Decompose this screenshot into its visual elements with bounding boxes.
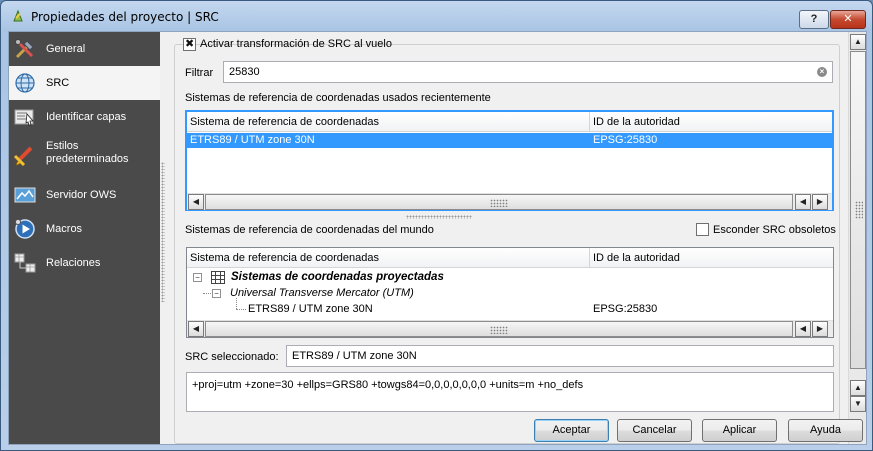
scroll-up-button[interactable]: ▲: [850, 34, 866, 50]
ok-button[interactable]: Aceptar: [534, 419, 609, 442]
tree-group-row[interactable]: − Sistemas de coordenadas proyectadas: [187, 270, 833, 285]
sidebar-item-label-line2: predeterminados: [46, 153, 129, 165]
sidebar-item-relations[interactable]: Relaciones: [9, 246, 160, 280]
proj4-text: +proj=utm +zone=30 +ellps=GRS80 +towgs84…: [186, 372, 834, 412]
relations-icon: [14, 253, 36, 273]
tree-leaf-row[interactable]: ETRS89 / UTM zone 30N EPSG:25830: [187, 298, 833, 317]
world-horizontal-scrollbar[interactable]: ◀ ◀ ▶: [187, 320, 833, 337]
scroll-left-button-2[interactable]: ◀: [795, 321, 811, 337]
scroll-thumb[interactable]: [205, 321, 793, 337]
sidebar-item-label: Servidor OWS: [46, 189, 117, 201]
paint-brush-icon: [13, 146, 33, 167]
sidebar-item-ows-server[interactable]: Servidor OWS: [9, 178, 160, 212]
dialog-client-area: General SRC Identificar capas Estilos pr…: [8, 31, 867, 445]
filter-label: Filtrar: [185, 67, 214, 79]
apply-button[interactable]: Aplicar: [702, 419, 777, 442]
sidebar-item-label: General: [46, 43, 86, 55]
table-splitter-grip[interactable]: [406, 215, 472, 219]
tree-leaf-authid: EPSG:25830: [593, 303, 658, 315]
tree-leaf-name: ETRS89 / UTM zone 30N: [248, 303, 373, 315]
scroll-thumb[interactable]: [205, 194, 793, 210]
scroll-right-button[interactable]: ▶: [812, 194, 828, 210]
splitter-grip: [161, 162, 165, 302]
tree-connector: [236, 298, 237, 309]
projected-crs-icon: [211, 271, 225, 284]
tree-connector: [203, 293, 211, 294]
tools-icon: [15, 39, 34, 59]
scroll-up-button-2[interactable]: ▲: [850, 380, 866, 396]
enable-transform-row[interactable]: Activar transformación de SRC al vuelo: [183, 36, 392, 52]
scroll-left-button[interactable]: ◀: [188, 194, 204, 210]
hide-deprecated-checkbox[interactable]: [696, 223, 709, 236]
row-crs-name: ETRS89 / UTM zone 30N: [190, 134, 315, 146]
sidebar-item-identify-layers[interactable]: Identificar capas: [9, 100, 160, 134]
qgis-icon: [13, 9, 23, 22]
project-properties-dialog: Propiedades del proyecto | SRC ? ✕ Gener…: [0, 0, 873, 451]
recent-horizontal-scrollbar[interactable]: ◀ ◀ ▶: [187, 193, 832, 210]
recent-crs-table[interactable]: Sistema de referencia de coordenadas ID …: [185, 110, 834, 211]
tree-group-label: Sistemas de coordenadas proyectadas: [231, 271, 444, 283]
sidebar: General SRC Identificar capas Estilos pr…: [9, 32, 160, 444]
collapse-icon[interactable]: −: [193, 273, 202, 282]
tree-subgroup-label: Universal Transverse Mercator (UTM): [230, 287, 414, 299]
identify-icon: [14, 109, 34, 126]
hide-deprecated-label: Esconder SRC obsoletos: [713, 224, 836, 236]
world-tree-header: Sistema de referencia de coordenadas ID …: [187, 248, 833, 268]
filter-input[interactable]: 25830: [223, 61, 833, 83]
row-authid: EPSG:25830: [593, 134, 658, 146]
sidebar-item-label: Relaciones: [46, 257, 101, 269]
cancel-button[interactable]: Cancelar: [617, 419, 692, 442]
title-close-button[interactable]: ✕: [830, 10, 866, 29]
filter-value: 25830: [229, 66, 260, 78]
sidebar-item-label-line1: Estilos: [46, 140, 79, 152]
crs-page: Activar transformación de SRC al vuelo F…: [166, 32, 848, 444]
thumb-grip: [490, 199, 508, 207]
column-header-crs[interactable]: Sistema de referencia de coordenadas: [187, 248, 590, 268]
sidebar-item-src[interactable]: SRC: [9, 66, 160, 100]
selected-crs-value: ETRS89 / UTM zone 30N: [292, 350, 417, 362]
title-help-button[interactable]: ?: [799, 10, 829, 29]
scroll-left-button[interactable]: ◀: [188, 321, 204, 337]
help-button[interactable]: Ayuda: [788, 419, 863, 442]
tree-subgroup-row[interactable]: − Universal Transverse Mercator (UTM): [187, 286, 833, 301]
proj4-value: +proj=utm +zone=30 +ellps=GRS80 +towgs84…: [192, 379, 584, 391]
tree-connector: [236, 309, 246, 310]
world-crs-tree[interactable]: Sistema de referencia de coordenadas ID …: [186, 247, 834, 338]
enable-transform-checkbox[interactable]: [183, 37, 196, 51]
selected-crs-label: SRC seleccionado:: [185, 351, 279, 363]
thumb-grip: [490, 326, 508, 334]
recent-crs-label: Sistemas de referencia de coordenadas us…: [185, 92, 491, 104]
sidebar-item-label: SRC: [46, 77, 70, 89]
scroll-thumb[interactable]: [850, 51, 866, 369]
column-header-authid[interactable]: ID de la autoridad: [590, 112, 832, 132]
ows-icon: [14, 187, 36, 203]
sidebar-item-label: Identificar capas: [46, 111, 127, 123]
scroll-down-button[interactable]: ▼: [850, 396, 866, 412]
scroll-left-button-2[interactable]: ◀: [795, 194, 811, 210]
title-bar[interactable]: Propiedades del proyecto | SRC ? ✕: [1, 1, 872, 31]
thumb-grip: [855, 201, 863, 219]
table-row[interactable]: ETRS89 / UTM zone 30N EPSG:25830: [187, 133, 832, 148]
enable-transform-label: Activar transformación de SRC al vuelo: [200, 38, 392, 50]
world-crs-label: Sistemas de referencia de coordenadas de…: [185, 224, 434, 236]
sidebar-item-default-styles[interactable]: Estilos predeterminados: [9, 134, 160, 178]
window-title: Propiedades del proyecto | SRC: [31, 10, 219, 24]
macro-icon: [15, 219, 35, 239]
column-header-crs[interactable]: Sistema de referencia de coordenadas: [187, 112, 590, 132]
scroll-right-button[interactable]: ▶: [812, 321, 828, 337]
clear-filter-icon[interactable]: ×: [817, 67, 827, 77]
column-header-authid[interactable]: ID de la autoridad: [590, 248, 833, 268]
globe-icon: [15, 73, 35, 93]
recent-table-header: Sistema de referencia de coordenadas ID …: [187, 112, 832, 132]
collapse-icon[interactable]: −: [212, 289, 221, 298]
page-vertical-scrollbar[interactable]: ▲ ▲ ▼: [848, 32, 866, 444]
sidebar-item-general[interactable]: General: [9, 32, 160, 66]
sidebar-item-label: Macros: [46, 223, 83, 235]
sidebar-item-macros[interactable]: Macros: [9, 212, 160, 246]
selected-crs-field: ETRS89 / UTM zone 30N: [286, 345, 834, 367]
